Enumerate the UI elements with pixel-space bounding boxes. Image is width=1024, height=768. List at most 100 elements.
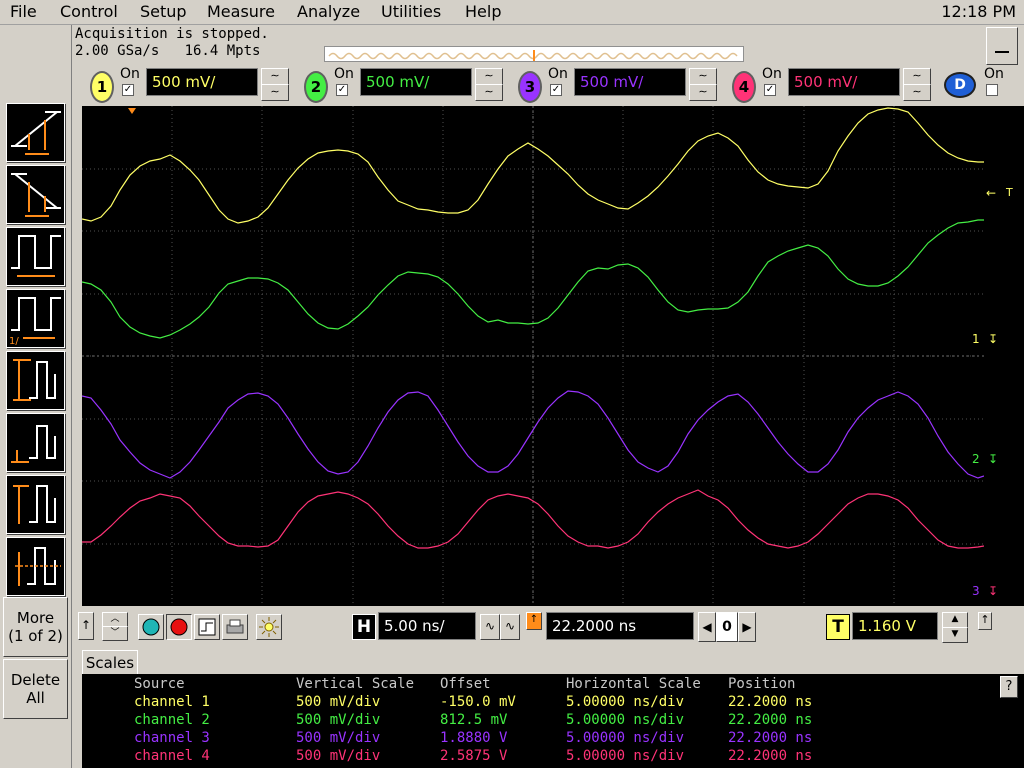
menu-help[interactable]: Help bbox=[465, 2, 501, 22]
menu-analyze[interactable]: Analyze bbox=[297, 2, 360, 22]
channel-1-ground-label: 1 bbox=[972, 332, 980, 346]
channel-1-scale-down[interactable]: ∼ bbox=[261, 84, 289, 101]
channel-3-scale-down[interactable]: ∼ bbox=[689, 84, 717, 101]
fall-time-tool-icon[interactable] bbox=[6, 165, 65, 224]
menu-bar: File Control Setup Measure Analyze Utili… bbox=[0, 0, 1024, 25]
channel-4-on-label: On bbox=[762, 66, 782, 82]
trigger-level-field[interactable]: 1.160 V bbox=[852, 612, 938, 640]
channel-3-scale[interactable]: 500 mV/ bbox=[574, 68, 686, 96]
menu-setup[interactable]: Setup bbox=[140, 2, 187, 22]
digital-on-checkbox[interactable] bbox=[986, 84, 998, 96]
horizontal-position-field[interactable]: 22.2000 ns bbox=[546, 612, 694, 640]
acquisition-state: Acquisition is stopped. bbox=[75, 26, 269, 42]
channel-2-scale[interactable]: 500 mV/ bbox=[360, 68, 472, 96]
channel-4-scale-down[interactable]: ∼ bbox=[903, 84, 931, 101]
channel-3-scale-up[interactable]: ∼ bbox=[689, 68, 717, 85]
channel-2-scale-up[interactable]: ∼ bbox=[475, 68, 503, 85]
tab-scales[interactable]: Scales bbox=[82, 650, 138, 675]
panel-expand-icon[interactable]: ↑ bbox=[78, 612, 94, 640]
channel-4-number: 4 bbox=[738, 78, 750, 96]
more-page-label: (1 of 2) bbox=[8, 627, 63, 645]
trigger-expand-icon[interactable]: ↑ bbox=[978, 612, 992, 630]
channel-1-scale[interactable]: 500 mV/ bbox=[146, 68, 258, 96]
peak-to-peak-tool-icon[interactable] bbox=[6, 351, 65, 410]
waveform-display[interactable] bbox=[81, 106, 985, 606]
channel-2-number: 2 bbox=[310, 78, 322, 96]
channel-3-number: 3 bbox=[524, 78, 536, 96]
row-1-offset: -150.0 mV bbox=[440, 694, 516, 710]
channel-4-ground-marker[interactable]: ↧ bbox=[988, 584, 998, 598]
row-2-offset: 812.5 mV bbox=[440, 712, 508, 728]
trigger-level-up-icon[interactable]: ▲ bbox=[942, 612, 968, 628]
channel-2-badge[interactable]: 2 bbox=[304, 71, 328, 103]
channel-2-scale-down[interactable]: ∼ bbox=[475, 84, 503, 101]
delay-zero-button[interactable]: 0 bbox=[716, 612, 738, 642]
average-tool-icon[interactable] bbox=[6, 537, 65, 596]
row-2-vscale: 500 mV/div bbox=[296, 712, 381, 728]
channel-1-on-checkbox[interactable]: ✓ bbox=[122, 84, 134, 96]
channel-4-scale[interactable]: 500 mV/ bbox=[788, 68, 900, 96]
horizontal-scale-down-icon[interactable]: ∿ bbox=[480, 614, 500, 640]
amplitude-tool-icon[interactable] bbox=[6, 413, 65, 472]
channel-4-scale-up[interactable]: ∼ bbox=[903, 68, 931, 85]
channel-1-on-label: On bbox=[120, 66, 140, 82]
header-source: Source bbox=[134, 676, 185, 692]
menu-control[interactable]: Control bbox=[60, 2, 118, 22]
top-base-tool-icon[interactable] bbox=[6, 475, 65, 534]
row-3-vscale: 500 mV/div bbox=[296, 730, 381, 746]
menu-file[interactable]: File bbox=[10, 2, 37, 22]
digital-label: D bbox=[954, 77, 966, 93]
menu-measure[interactable]: Measure bbox=[207, 2, 275, 22]
frequency-tool-icon[interactable]: 1/ bbox=[6, 289, 65, 348]
channel-4-on-checkbox[interactable]: ✓ bbox=[764, 84, 776, 96]
channel-2-on-label: On bbox=[334, 66, 354, 82]
menu-utilities[interactable]: Utilities bbox=[381, 2, 441, 22]
more-button[interactable]: More (1 of 2) bbox=[3, 597, 68, 657]
single-acquisition-icon[interactable] bbox=[194, 614, 220, 640]
graticule bbox=[82, 106, 984, 606]
brightness-icon[interactable] bbox=[256, 614, 282, 640]
row-3-source: channel 3 bbox=[134, 730, 210, 746]
panel-scroll-down-icon[interactable]: ﹀ bbox=[102, 626, 128, 641]
stop-button-icon[interactable] bbox=[166, 614, 192, 640]
delete-all-button[interactable]: Delete All bbox=[3, 659, 68, 719]
position-left-icon[interactable]: ◀ bbox=[698, 612, 716, 642]
sample-rate: 2.00 GSa/s 16.4 Mpts bbox=[75, 43, 261, 59]
panel-scroll-up-icon[interactable]: ︿ bbox=[102, 612, 128, 627]
minimize-button[interactable] bbox=[986, 27, 1018, 65]
help-button[interactable]: ? bbox=[1000, 676, 1018, 698]
all-label: All bbox=[26, 689, 45, 707]
print-screen-icon[interactable] bbox=[222, 614, 248, 640]
horizontal-position-bar[interactable] bbox=[324, 46, 744, 62]
position-right-icon[interactable]: ▶ bbox=[738, 612, 756, 642]
channel-1-scale-up[interactable]: ∼ bbox=[261, 68, 289, 85]
channel-2-ground-marker[interactable]: ↧ bbox=[988, 452, 998, 466]
trigger-time-marker bbox=[128, 108, 136, 114]
row-1-vscale: 500 mV/div bbox=[296, 694, 381, 710]
row-3-position: 22.2000 ns bbox=[728, 730, 813, 746]
channel-4-badge[interactable]: 4 bbox=[732, 71, 756, 103]
horizontal-scale-up-icon[interactable]: ∿ bbox=[500, 614, 520, 640]
trigger-level-marker[interactable]: ← bbox=[986, 186, 996, 200]
row-4-hscale: 5.00000 ns/div bbox=[566, 748, 685, 764]
channel-1-ground-marker[interactable]: ↧ bbox=[988, 332, 998, 346]
channel-1-badge[interactable]: 1 bbox=[90, 71, 114, 103]
channel-3-on-checkbox[interactable]: ✓ bbox=[550, 84, 562, 96]
row-1-position: 22.2000 ns bbox=[728, 694, 813, 710]
more-label: More bbox=[16, 609, 55, 627]
row-2-hscale: 5.00000 ns/div bbox=[566, 712, 685, 728]
horizontal-scale-field[interactable]: 5.00 ns/ bbox=[378, 612, 476, 640]
delay-reference-icon[interactable]: ↑ bbox=[526, 612, 542, 630]
row-4-position: 22.2000 ns bbox=[728, 748, 813, 764]
bottom-controls: ↑ ︿ ﹀ H 5.00 ns/ ∿ ∿ ↑ 22.2000 ns ◀ 0 ▶ … bbox=[76, 610, 1024, 650]
run-button-icon[interactable] bbox=[138, 614, 164, 640]
channel-2-on-checkbox[interactable]: ✓ bbox=[336, 84, 348, 96]
trigger-level-down-icon[interactable]: ▼ bbox=[942, 627, 968, 643]
scales-table: Source Vertical Scale Offset Horizontal … bbox=[82, 674, 1024, 768]
channel-3-badge[interactable]: 3 bbox=[518, 71, 542, 103]
rise-time-tool-icon[interactable] bbox=[6, 103, 65, 162]
clock: 12:18 PM bbox=[941, 2, 1016, 21]
period-tool-icon[interactable] bbox=[6, 227, 65, 286]
digital-channels-badge[interactable]: D bbox=[944, 72, 976, 98]
left-toolbar: 1/ More (1 of 2) Delete All bbox=[0, 25, 72, 768]
